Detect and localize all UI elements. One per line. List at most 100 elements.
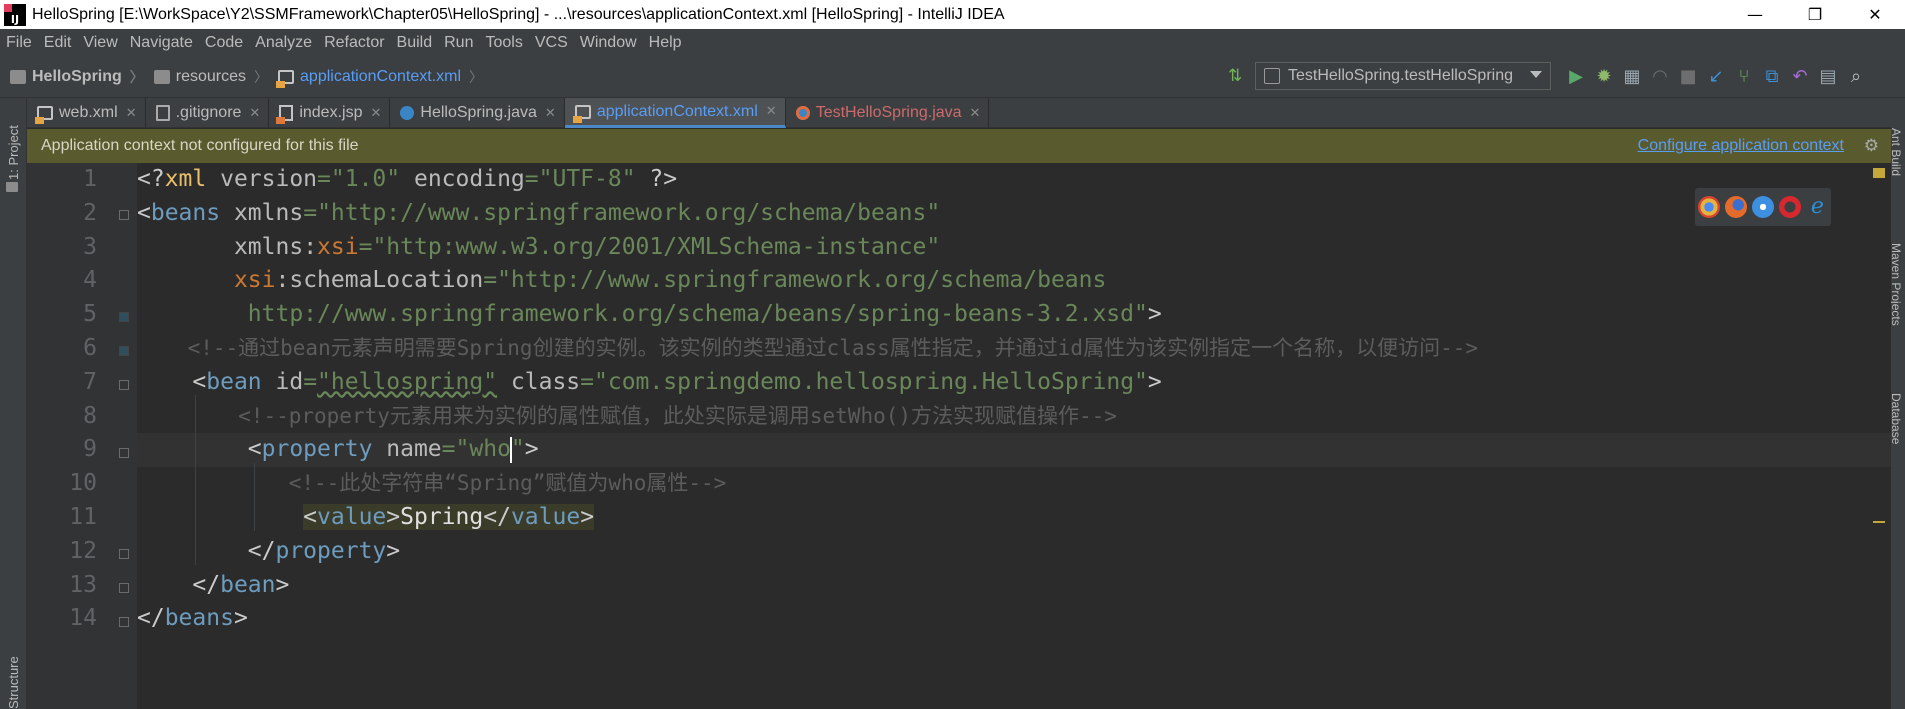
vcs-update-icon[interactable]: ↙ [1702, 62, 1730, 90]
fold-marker-icon[interactable] [119, 312, 129, 322]
debug-icon[interactable]: ✹ [1590, 62, 1618, 90]
fold-end-marker-icon[interactable] [119, 617, 129, 627]
comment: <!--property元素用来为实例的属性赋值，此处实际是调用setWho()… [238, 403, 1117, 428]
token: id [261, 368, 304, 395]
xml-file-icon [276, 69, 295, 88]
token: > [386, 504, 401, 530]
code-editor[interactable]: 1 2 3 4 5 6 7 8 9 10 11 12 13 14 <?xml v… [27, 163, 1891, 709]
scrollbar-warning-marker[interactable] [1873, 521, 1885, 523]
configure-application-context-link[interactable]: Configure application context [1638, 137, 1844, 155]
run-icon[interactable]: ▶ [1562, 62, 1590, 90]
menu-view[interactable]: View [77, 34, 123, 52]
code-line-4: xsi:schemaLocation="http://www.springfra… [137, 264, 1106, 298]
menu-help[interactable]: Help [643, 34, 688, 52]
tab-index-jsp[interactable]: index.jsp ✕ [269, 98, 391, 128]
token: < [247, 436, 262, 463]
run-configuration-select[interactable]: TestHelloSpring.testHelloSpring [1255, 62, 1551, 90]
stop-icon[interactable]: ■ [1674, 62, 1702, 90]
comment: <!--通过bean元素声明需要Spring创建的实例。该实例的类型通过clas… [187, 336, 1479, 360]
search-icon[interactable]: ⌕ [1842, 62, 1870, 90]
breadcrumb-resources[interactable]: resources 〉 [153, 67, 268, 87]
scrollbar-status-marker[interactable] [1873, 168, 1885, 178]
line-number: 3 [83, 233, 97, 260]
close-icon[interactable]: ✕ [970, 106, 981, 121]
project-structure-icon[interactable]: ▤ [1814, 62, 1842, 90]
code-area[interactable]: <?xml version="1.0" encoding="UTF-8" ?> … [137, 163, 1891, 709]
fold-marker-icon[interactable] [119, 210, 129, 220]
tab-label: HelloSpring.java [420, 104, 537, 121]
tab-applicationcontext-xml[interactable]: applicationContext.xml ✕ [564, 98, 786, 128]
code-line-8: <!--property元素用来为实例的属性赋值，此处实际是调用setWho()… [137, 400, 1117, 434]
menu-file[interactable]: File [0, 34, 38, 52]
token: xmlns [233, 233, 304, 260]
breadcrumb-file-label: applicationContext.xml [300, 67, 461, 85]
breadcrumb-project[interactable]: HelloSpring 〉 [10, 67, 144, 87]
maven-projects-tool-tab[interactable]: Maven Projects [1889, 243, 1903, 326]
menu-analyze[interactable]: Analyze [249, 34, 318, 52]
breadcrumb-file[interactable]: applicationContext.xml 〉 [276, 67, 483, 88]
menu-vcs[interactable]: VCS [529, 34, 574, 52]
tab-web-xml[interactable]: web.xml ✕ [27, 98, 146, 128]
close-icon[interactable]: ✕ [126, 106, 137, 121]
close-icon[interactable]: ✕ [370, 106, 381, 121]
close-icon[interactable]: ✕ [249, 106, 260, 121]
menu-code[interactable]: Code [199, 34, 249, 52]
text-caret [510, 437, 512, 463]
line-number: 9 [83, 436, 97, 463]
close-icon[interactable]: ✕ [545, 106, 556, 121]
maximize-button[interactable]: ❐ [1785, 0, 1845, 29]
vcs-compare-icon[interactable]: ⧉ [1758, 62, 1786, 90]
menu-run[interactable]: Run [438, 34, 479, 52]
database-tool-tab[interactable]: Database [1889, 393, 1903, 444]
minimize-button[interactable]: — [1725, 0, 1785, 29]
token: < [137, 199, 151, 226]
firefox-icon[interactable] [1724, 196, 1747, 218]
structure-tool-tab[interactable]: Structure [6, 656, 21, 709]
code-line-12: </property> [137, 535, 400, 569]
vcs-revert-icon[interactable]: ↶ [1786, 62, 1814, 90]
close-icon[interactable]: ✕ [766, 104, 777, 119]
menu-refactor[interactable]: Refactor [318, 34, 390, 52]
line-number: 11 [69, 504, 97, 530]
menu-build[interactable]: Build [391, 34, 439, 52]
menu-navigate[interactable]: Navigate [124, 34, 199, 52]
xml-file-icon [572, 104, 591, 123]
fold-marker-icon[interactable] [119, 380, 129, 390]
menu-edit[interactable]: Edit [38, 34, 78, 52]
toolbar-actions: ▶ ✹ ▦ ◠ ■ ↙ ⑂ ⧉ ↶ ▤ ⌕ [1562, 62, 1870, 90]
opera-icon[interactable] [1779, 196, 1802, 218]
fold-marker-icon[interactable] [119, 448, 129, 458]
profile-icon[interactable]: ◠ [1646, 62, 1674, 90]
coverage-icon[interactable]: ▦ [1618, 62, 1646, 90]
project-tool-tab[interactable]: 1: Project [6, 125, 21, 180]
line-number: 10 [69, 470, 97, 497]
internet-explorer-icon[interactable]: e [1806, 196, 1828, 218]
menu-tools[interactable]: Tools [479, 34, 528, 52]
vcs-commit-icon[interactable]: ⑂ [1730, 62, 1758, 90]
fold-marker-icon[interactable] [119, 346, 129, 356]
token: = [317, 166, 331, 192]
ant-build-tool-tab[interactable]: Ant Build [1889, 128, 1903, 176]
token: http://www.springframework.org/schema/be… [247, 301, 1148, 328]
sort-icon[interactable]: ⇅ [1228, 66, 1242, 86]
menu-window[interactable]: Window [574, 34, 643, 52]
tab-hellospring-java[interactable]: HelloSpring.java ✕ [390, 98, 565, 128]
gear-icon[interactable]: ⚙ [1864, 136, 1879, 156]
tab-testhellospring-java[interactable]: TestHelloSpring.java ✕ [786, 98, 990, 128]
token: version [206, 166, 318, 192]
project-folder-icon [10, 69, 26, 84]
token: "1.0" [330, 166, 401, 192]
safari-icon[interactable] [1751, 196, 1774, 218]
token: </ [137, 605, 165, 632]
fold-end-marker-icon[interactable] [119, 583, 129, 593]
close-window-button[interactable]: ✕ [1845, 0, 1905, 29]
chrome-icon[interactable] [1697, 196, 1720, 218]
fold-end-marker-icon[interactable] [119, 549, 129, 559]
token: = [441, 436, 456, 463]
token: "com.springdemo.hellospring.HelloSpring" [594, 368, 1148, 395]
tab-gitignore[interactable]: .gitignore ✕ [146, 98, 270, 128]
